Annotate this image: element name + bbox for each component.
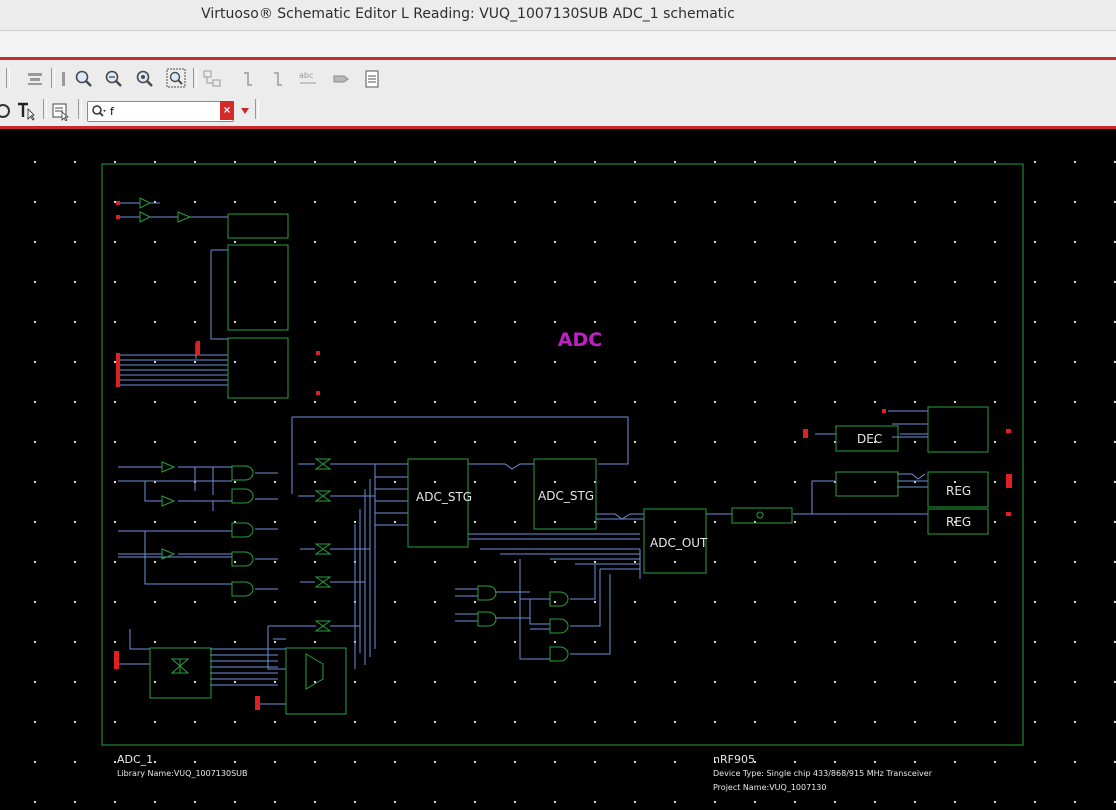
descend-icon[interactable] <box>238 69 258 89</box>
adc-stg-1-label: ADC_STG <box>416 490 472 504</box>
window-titlebar: Virtuoso® Schematic Editor L Reading: VU… <box>0 0 1116 31</box>
cell-name-label: ADC_1 <box>117 753 153 766</box>
toolbar-separator <box>43 99 47 119</box>
zoom-fit-icon[interactable] <box>74 69 94 89</box>
hierarchy-icon[interactable] <box>203 69 223 89</box>
sheet-icon[interactable] <box>362 69 382 89</box>
search-clear-button[interactable]: × <box>220 101 234 120</box>
align-icon[interactable] <box>25 69 45 89</box>
toolbar-separator <box>78 99 82 119</box>
edit-properties-icon[interactable] <box>51 101 71 121</box>
toolbar-separator <box>6 68 10 88</box>
schematic-canvas[interactable]: ADC ADC_STG ADC_STG ADC_OUT DEC REG REG … <box>0 129 1116 810</box>
search-box: × <box>87 101 234 122</box>
search-options-dropdown-icon[interactable] <box>240 107 250 115</box>
reg-1-label: REG <box>946 484 971 498</box>
library-name-label: Library Name:VUQ_1007130SUB <box>117 769 248 778</box>
secondary-toolbar: × <box>0 96 1116 129</box>
search-input[interactable] <box>110 103 210 119</box>
dec-label: DEC <box>857 432 882 446</box>
toolbar-separator <box>255 99 259 119</box>
zoom-box-icon[interactable] <box>166 68 186 88</box>
pin-icon[interactable] <box>332 69 352 89</box>
toolbar-separator <box>193 68 197 88</box>
svg-text:abc: abc <box>299 71 313 80</box>
toolbar-separator <box>51 68 55 88</box>
main-toolbar: abc <box>0 60 1116 96</box>
adc-out-label: ADC_OUT <box>650 536 708 550</box>
window-title: Virtuoso® Schematic Editor L Reading: VU… <box>201 6 735 22</box>
menu-bar <box>0 31 1116 60</box>
label-icon[interactable]: abc <box>298 69 318 89</box>
device-name-label: nRF905 <box>713 753 755 766</box>
text-cursor-icon[interactable] <box>16 101 36 121</box>
zoom-in-icon[interactable] <box>104 69 124 89</box>
schematic-title: ADC <box>558 329 602 351</box>
adc-stg-2-label: ADC_STG <box>538 489 594 503</box>
zoom-out-icon[interactable] <box>135 69 155 89</box>
device-type-label: Device Type: Single chip 433/868/915 MHz… <box>713 769 933 778</box>
return-icon[interactable] <box>268 69 288 89</box>
project-name-label: Project Name:VUQ_1007130 <box>713 783 826 792</box>
reg-2-label: REG <box>946 515 971 529</box>
select-icon[interactable] <box>0 101 14 121</box>
search-icon <box>92 105 106 117</box>
